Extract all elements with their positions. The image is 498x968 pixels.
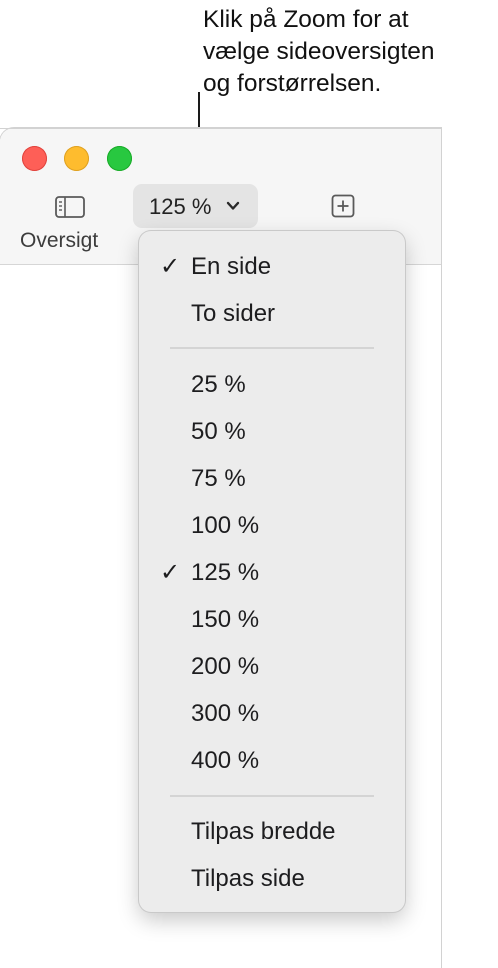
callout-text: Klik på Zoom for at vælge sideoversigten… [203,4,495,100]
menu-item-tilpas-side[interactable]: Tilpas side [139,859,405,899]
menu-item-zoom-25[interactable]: 25 % [139,365,405,405]
menu-item-label: 200 % [191,653,260,680]
menu-separator [170,347,374,349]
zoom-value: 125 % [149,194,212,219]
callout-line-3: og forstørrelsen. [203,70,382,97]
menu-item-zoom-75[interactable]: 75 % [139,459,405,499]
menu-item-zoom-200[interactable]: 200 % [139,647,405,687]
callout-line-2: vælge sideoversigten [203,38,435,65]
menu-item-label: 125 % [191,559,260,586]
zoom-button[interactable]: 125 % [133,184,258,228]
checkmark-icon: ✓ [160,559,181,586]
menu-item-zoom-100[interactable]: 100 % [139,506,405,546]
sidebar-button-label[interactable]: Oversigt [20,229,120,253]
zoom-menu: ✓ En side To sider 25 % 50 % 75 % 100 % … [139,231,405,912]
sidebar-icon[interactable] [55,196,85,218]
menu-item-zoom-150[interactable]: 150 % [139,600,405,640]
menu-item-label: 25 % [191,371,246,398]
plus-square-icon[interactable] [331,194,355,218]
menu-item-label: To sider [191,300,276,327]
menu-item-label: En side [191,253,272,280]
menu-item-zoom-125[interactable]: ✓ 125 % [139,553,405,593]
callout-line-1: Klik på Zoom for at [203,6,409,33]
menu-item-zoom-50[interactable]: 50 % [139,412,405,452]
menu-item-label: 100 % [191,512,260,539]
chevron-down-icon [226,201,240,210]
menu-item-label: 150 % [191,606,260,633]
menu-item-tilpas-bredde[interactable]: Tilpas bredde [139,812,405,852]
menu-item-label: 400 % [191,747,260,774]
menu-item-en-side[interactable]: ✓ En side [139,247,405,287]
checkmark-icon: ✓ [160,253,181,280]
menu-item-label: Tilpas bredde [191,818,336,845]
menu-separator [170,795,374,797]
minimize-window-button[interactable] [64,146,89,171]
menu-item-label: 50 % [191,418,246,445]
close-window-button[interactable] [22,146,47,171]
maximize-window-button[interactable] [107,146,132,171]
menu-item-zoom-400[interactable]: 400 % [139,741,405,781]
menu-item-label: 75 % [191,465,246,492]
menu-item-label: 300 % [191,700,260,727]
menu-item-to-sider[interactable]: To sider [139,294,405,334]
menu-item-zoom-300[interactable]: 300 % [139,694,405,734]
menu-item-label: Tilpas side [191,865,305,892]
